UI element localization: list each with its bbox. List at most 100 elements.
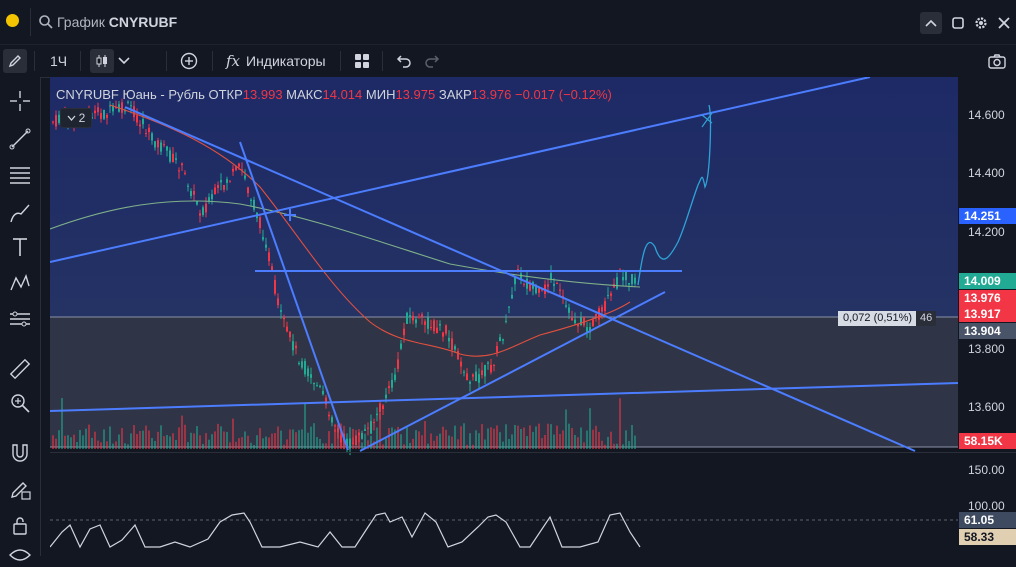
volume-bar — [220, 426, 222, 449]
lock-tool[interactable] — [8, 513, 32, 537]
volume-bar — [574, 434, 576, 449]
volume-bar — [577, 437, 579, 449]
candle-body — [424, 321, 426, 325]
candle-body — [379, 403, 381, 413]
projection-icon — [10, 311, 30, 327]
volume-bar — [214, 431, 216, 449]
symbol-search[interactable]: График CNYRUBF — [57, 14, 177, 30]
legend-low: 13.975 — [395, 87, 436, 102]
volume-bar — [271, 433, 273, 449]
legend-close-label: ЗАКР — [438, 87, 472, 102]
volume-bar — [310, 426, 312, 449]
volume-bar — [562, 430, 564, 449]
templates-button[interactable] — [354, 45, 370, 77]
candle-body — [439, 324, 441, 326]
volume-bar — [409, 442, 411, 449]
compare-button[interactable] — [180, 45, 198, 77]
volume-bar — [412, 438, 414, 449]
volume-bar — [133, 425, 135, 449]
candle-body — [421, 314, 423, 317]
screenshot-button[interactable] — [988, 45, 1006, 77]
oscillator-line — [50, 512, 641, 549]
volume-bar — [427, 443, 429, 449]
candle-body — [157, 140, 159, 148]
volume-bar — [163, 436, 165, 449]
volume-bar — [505, 424, 507, 449]
volume-bar — [532, 431, 534, 449]
volume-bar — [325, 443, 327, 449]
volume-bar — [460, 426, 462, 449]
oscillator-tick: 100.00 — [968, 499, 1005, 513]
undo-button[interactable] — [396, 45, 412, 77]
volume-bar — [478, 433, 480, 449]
price-tick: 14.200 — [968, 225, 1005, 239]
interval-button[interactable]: 1Ч — [50, 45, 67, 77]
indicators-collapse-button[interactable]: 2 — [60, 108, 92, 128]
price-chart[interactable] — [50, 77, 958, 556]
price-badge-green: 14.009 — [959, 273, 1016, 289]
candle-body — [181, 163, 183, 166]
volume-bar — [190, 432, 192, 449]
brush-tool[interactable] — [8, 201, 32, 225]
candles-icon — [96, 55, 107, 67]
legend-high: 14.014 — [322, 87, 363, 102]
volume-bar — [619, 398, 621, 449]
volume-bar — [535, 426, 537, 449]
candle-body — [232, 168, 234, 172]
volume-bar — [424, 421, 426, 449]
zoom-tool[interactable] — [8, 391, 32, 415]
indicators-button[interactable]: fx Индикаторы — [226, 45, 326, 77]
drawing-mode-button[interactable] — [3, 49, 27, 73]
candle-body — [130, 105, 132, 107]
candle-body — [277, 298, 279, 306]
candle-body — [586, 327, 588, 332]
volume-bar — [244, 431, 246, 449]
trend-line-tool[interactable] — [8, 127, 32, 151]
volume-bar — [121, 428, 123, 449]
volume-bar — [286, 439, 288, 449]
candle-body — [262, 237, 264, 240]
candle-body — [220, 180, 222, 183]
volume-bar — [490, 427, 492, 449]
volume-bar — [631, 424, 633, 449]
symbol-legend: CNYRUBF Юань - Рубль ОТКР13.993 МАКС14.0… — [56, 87, 612, 102]
fib-tool[interactable] — [8, 163, 32, 187]
volume-bar — [385, 438, 387, 449]
maximize-icon[interactable] — [952, 17, 964, 29]
candle-body — [142, 119, 144, 125]
text-tool[interactable] — [8, 235, 32, 259]
pattern-tool[interactable] — [8, 271, 32, 295]
divider — [212, 51, 213, 71]
candle-body — [97, 107, 99, 113]
candle-body — [559, 289, 561, 291]
candle-body — [397, 359, 399, 369]
visibility-tool[interactable] — [8, 543, 32, 567]
zoom-icon — [11, 394, 30, 413]
close-icon[interactable] — [998, 17, 1010, 29]
volume-bar — [556, 425, 558, 449]
projection-tool[interactable] — [8, 307, 32, 331]
candle-body — [628, 282, 630, 285]
magnet-tool[interactable] — [8, 441, 32, 465]
candle-body — [412, 315, 414, 321]
candle-body — [595, 314, 597, 317]
candle-body — [238, 163, 240, 167]
candle-body — [193, 190, 195, 195]
redo-button[interactable] — [424, 45, 440, 77]
volume-bar — [223, 431, 225, 449]
chart-type-dropdown[interactable] — [118, 45, 134, 77]
search-icon[interactable] — [38, 14, 54, 30]
collapse-button[interactable] — [920, 12, 942, 34]
volume-bar — [421, 435, 423, 449]
pencil-lock-icon — [11, 482, 31, 500]
volume-bar — [67, 435, 69, 449]
ruler-tool[interactable] — [8, 357, 32, 381]
crosshair-tool[interactable] — [8, 89, 32, 113]
price-badge-close: 13.976 — [959, 290, 1016, 306]
chart-type-button[interactable] — [90, 49, 114, 73]
lock-drawings-tool[interactable] — [8, 477, 32, 501]
candle-body — [265, 244, 267, 248]
drawing-toolbar — [0, 77, 41, 561]
gear-icon[interactable] — [974, 16, 988, 30]
candle-body — [469, 381, 471, 384]
